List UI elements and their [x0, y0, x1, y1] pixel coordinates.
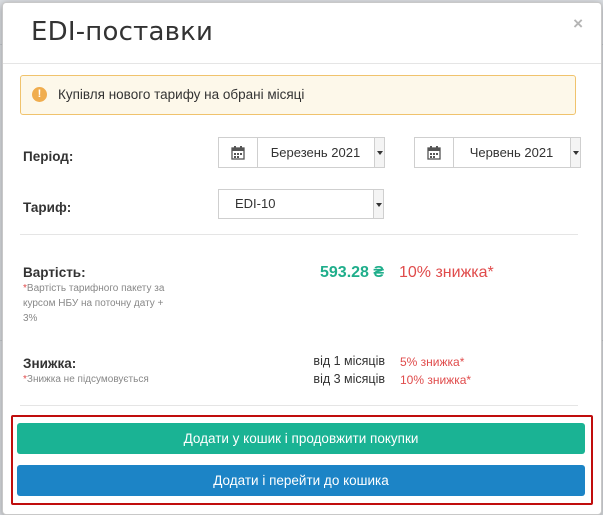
cost-label: Вартість: — [23, 265, 86, 280]
notice-alert: ! Купівля нового тарифу на обрані місяці — [20, 75, 576, 115]
notice-text: Купівля нового тарифу на обрані місяці — [58, 87, 305, 102]
section-divider — [20, 234, 578, 235]
discount-note: *Знижка не підсумовується — [23, 372, 149, 387]
chevron-down-icon[interactable] — [570, 138, 580, 167]
calendar-icon — [427, 146, 441, 160]
price-value: 593.28 ₴ — [320, 264, 385, 281]
period-from-value: Березень 2021 — [270, 145, 361, 160]
modal-header: EDI-поставки × — [3, 3, 601, 64]
add-and-go-to-cart-button[interactable]: Додати і перейти до кошика — [17, 465, 585, 496]
discount-tier-label: від 3 місяців — [313, 372, 385, 386]
add-to-cart-continue-button[interactable]: Додати у кошик і продовжити покупки — [17, 423, 585, 454]
discount-tier-value: 5% знижка* — [400, 355, 465, 369]
calendar-icon-cell[interactable] — [415, 138, 454, 167]
discount-badge: 10% знижка* — [399, 264, 494, 281]
tariff-select[interactable]: EDI-10 — [218, 189, 384, 219]
cost-note-line1: Вартість тарифного пакету за — [26, 283, 165, 294]
discount-note-text: Знижка не підсумовується — [26, 374, 149, 385]
cost-note-line3: 3% — [23, 313, 38, 324]
cost-note: *Вартість тарифного пакету за курсом НБУ… — [23, 281, 164, 326]
calendar-icon — [231, 146, 245, 160]
period-label: Період: — [23, 149, 74, 164]
exclamation-icon: ! — [32, 87, 47, 102]
tariff-select-value: EDI-10 — [235, 196, 276, 211]
period-to-picker[interactable]: Червень 2021 — [414, 137, 581, 168]
discount-tier-value: 10% знижка* — [400, 373, 472, 387]
discount-tier-label: від 1 місяців — [313, 354, 385, 368]
chevron-down-icon[interactable] — [374, 138, 384, 167]
chevron-down-icon[interactable] — [373, 190, 383, 218]
calendar-icon-cell[interactable] — [219, 138, 258, 167]
modal-title: EDI-поставки — [31, 17, 214, 47]
period-from-picker[interactable]: Березень 2021 — [218, 137, 385, 168]
discount-label: Знижка: — [23, 356, 77, 371]
cost-note-line2: курсом НБУ на поточну дату + — [23, 298, 164, 309]
close-button[interactable]: × — [573, 14, 583, 34]
section-divider — [20, 405, 578, 406]
tariff-label: Тариф: — [23, 200, 72, 215]
period-to-value: Червень 2021 — [469, 145, 554, 160]
